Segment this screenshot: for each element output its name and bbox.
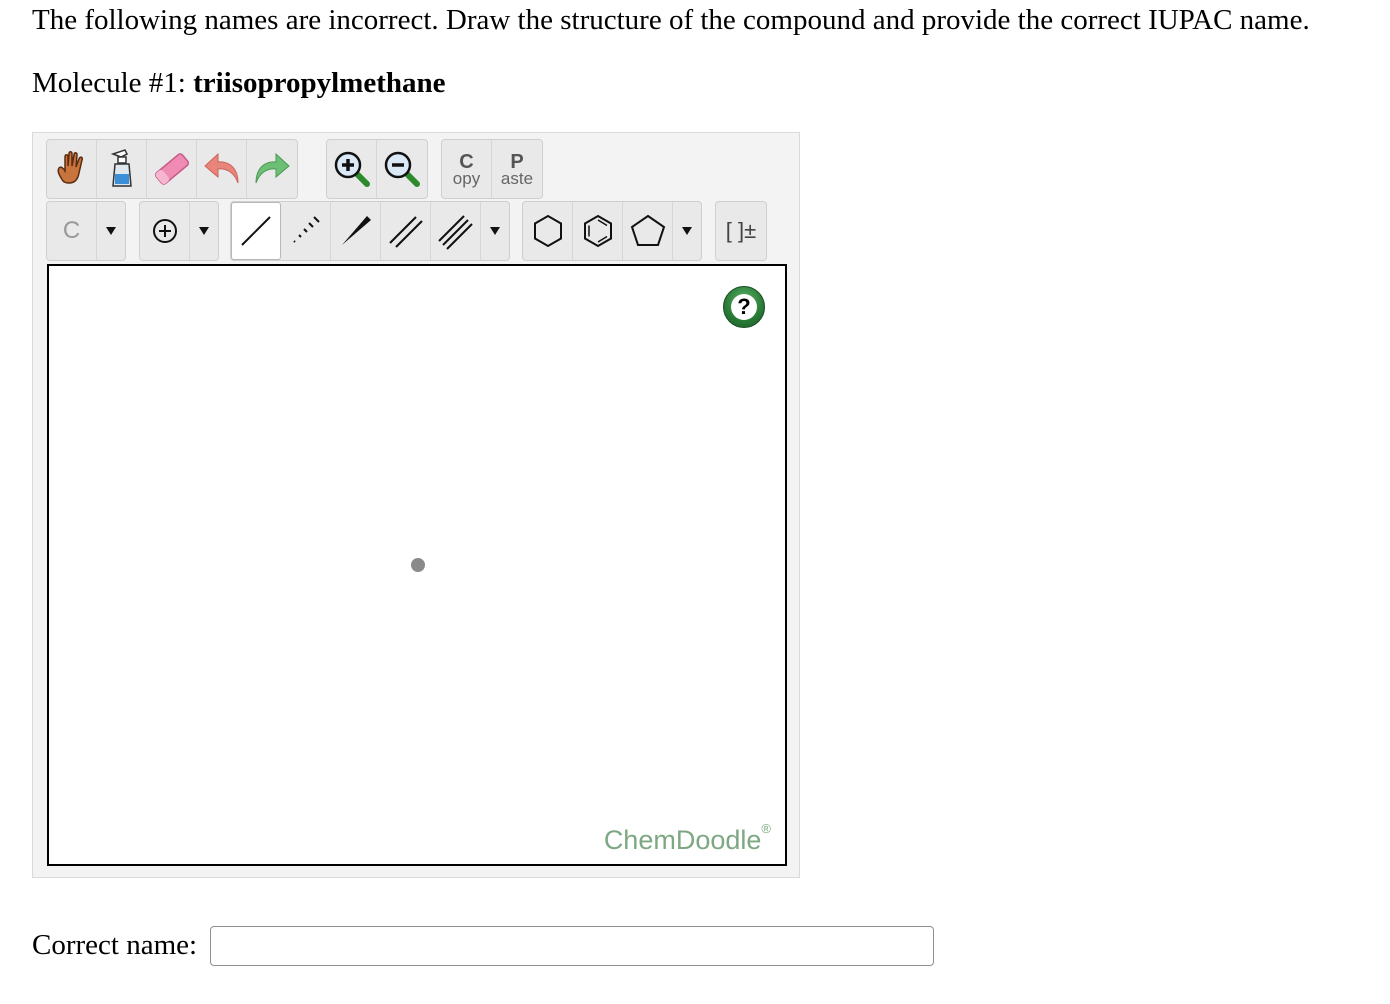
double-bond-button[interactable] — [381, 202, 431, 260]
double-bond-icon — [388, 216, 423, 248]
undo-icon — [203, 152, 238, 184]
benzene-button[interactable] — [573, 202, 623, 260]
bracket-charge-icon: [ ]± — [725, 218, 757, 243]
redo-button[interactable] — [247, 140, 297, 198]
clear-button[interactable] — [97, 140, 147, 198]
question-instructions: The following names are incorrect. Draw … — [32, 4, 1310, 36]
brand-name: ChemDoodle — [603, 825, 762, 855]
hand-button[interactable] — [47, 140, 97, 198]
eraser-icon — [154, 153, 189, 185]
charge-button[interactable] — [140, 202, 190, 260]
undo-button[interactable] — [197, 140, 247, 198]
paste-button[interactable]: P aste — [492, 140, 542, 198]
single-bond-button[interactable] — [231, 202, 281, 260]
toolbar-group-main — [46, 139, 298, 199]
solid-wedge-bond-icon — [341, 216, 371, 245]
zoom-out-icon — [384, 151, 420, 187]
drawing-canvas[interactable]: ? ChemDoodle® — [47, 264, 787, 866]
copy-button[interactable]: C opy — [442, 140, 492, 198]
molecule-prefix: Molecule #1: — [32, 67, 194, 99]
zoom-out-button[interactable] — [377, 140, 427, 198]
help-button[interactable]: ? — [723, 286, 765, 328]
molecule-name: triisopropylmethane — [193, 67, 446, 99]
element-button[interactable]: C — [47, 202, 97, 260]
toolbar-group-rings — [522, 201, 702, 261]
zoom-in-icon — [334, 151, 370, 187]
paste-label-small: aste — [500, 168, 534, 188]
ring-dropdown[interactable] — [673, 202, 701, 260]
zoom-in-button[interactable] — [327, 140, 377, 198]
help-icon: ? — [731, 294, 757, 320]
toolbar-group-clipboard: C opy P aste — [441, 139, 543, 199]
charge-dropdown[interactable] — [190, 202, 218, 260]
dropdown-arrow-icon — [106, 227, 116, 235]
redo-icon — [255, 152, 290, 184]
hashed-wedge-bond-icon — [292, 216, 320, 243]
dropdown-arrow-icon — [682, 227, 692, 235]
single-bond-icon — [241, 216, 271, 246]
toolbar-group-element: C — [46, 201, 126, 261]
cyclohexane-button[interactable] — [523, 202, 573, 260]
dropdown-arrow-icon — [199, 227, 209, 235]
correct-name-label: Correct name: — [32, 929, 198, 961]
eraser-button[interactable] — [147, 140, 197, 198]
chemdoodle-brand: ChemDoodle® — [603, 821, 771, 856]
chemdoodle-sketcher: C opy P aste C []± ? ChemDoodle® — [32, 132, 800, 878]
canvas-center-atom[interactable] — [411, 558, 425, 572]
triple-bond-button[interactable] — [431, 202, 481, 260]
bracket-charge-button[interactable]: [ ]± — [716, 202, 766, 260]
element-dropdown[interactable] — [97, 202, 125, 260]
bond-dropdown[interactable] — [481, 202, 509, 260]
benzene-icon — [583, 214, 612, 248]
cyclopentane-icon — [630, 214, 665, 246]
toolbar-group-zoom — [326, 139, 428, 199]
element-label: C — [62, 217, 81, 244]
molecule-line: Molecule #1: triisopropylmethane — [32, 67, 445, 100]
triple-bond-icon — [437, 215, 473, 250]
cyclopentane-button[interactable] — [623, 202, 673, 260]
spray-bottle-icon — [110, 149, 132, 187]
hash-bond-button[interactable] — [281, 202, 331, 260]
positive-charge-icon — [152, 219, 177, 243]
toolbar-group-bonds — [230, 201, 510, 261]
hand-icon — [56, 151, 83, 184]
dropdown-arrow-icon — [490, 227, 500, 235]
correct-name-input[interactable] — [210, 926, 934, 966]
toolbar-group-charge — [139, 201, 219, 261]
wedge-bond-button[interactable] — [331, 202, 381, 260]
registered-mark: ® — [761, 821, 771, 836]
cyclohexane-icon — [533, 214, 562, 248]
copy-label-small: opy — [452, 168, 481, 188]
toolbar-group-bracket: [ ]± — [715, 201, 767, 261]
